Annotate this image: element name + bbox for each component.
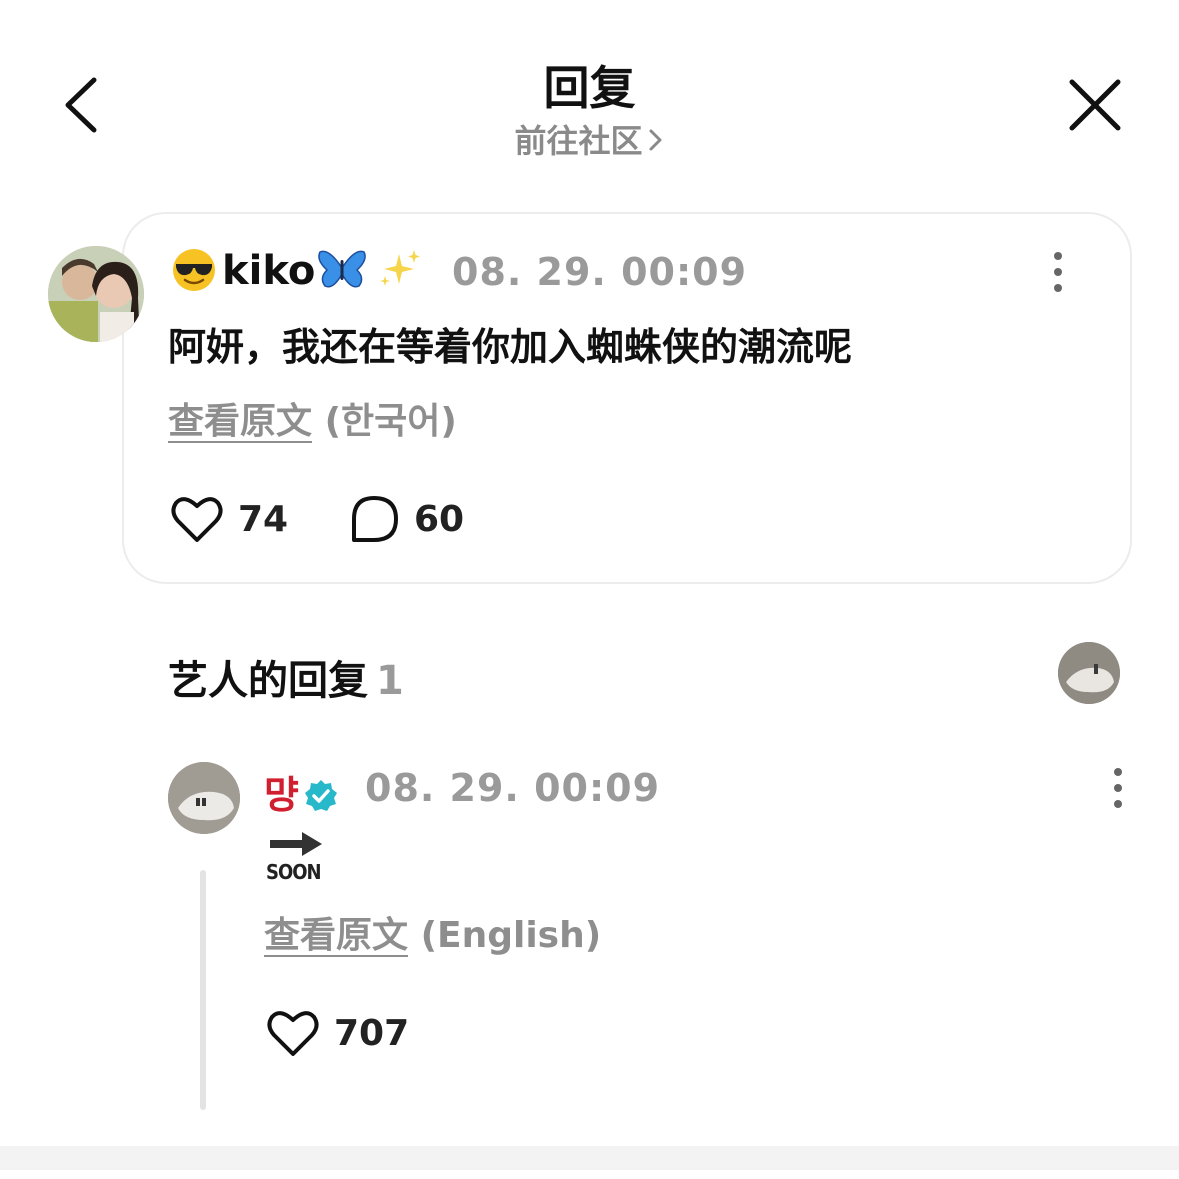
go-to-community-label: 前往社区 [514, 122, 643, 160]
artist-replies-title: 艺人的回复 [168, 658, 368, 704]
sparkles-icon [377, 248, 423, 300]
comment-icon [352, 496, 398, 542]
artist-replies-count: 1 [376, 658, 404, 704]
reply-username[interactable]: 먕 [264, 764, 339, 819]
reply-username-text: 먕 [264, 773, 299, 817]
butterfly-icon [317, 248, 367, 300]
more-icon [1054, 252, 1062, 292]
heart-icon [267, 1011, 319, 1056]
page-title: 回复 [543, 61, 636, 115]
soon-arrow-icon [270, 832, 322, 856]
close-button[interactable] [1060, 70, 1130, 140]
post-username-text: kiko [222, 248, 316, 294]
post-comment-button[interactable]: 60 [348, 492, 464, 546]
close-icon [1069, 79, 1121, 131]
reply-timestamp: 08. 29. 00:09 [365, 766, 661, 810]
verified-icon [303, 778, 339, 814]
view-original-link[interactable]: 查看原文 [168, 401, 312, 442]
reply-translation: 查看原文 (English) [264, 906, 601, 958]
post-body: 阿妍，我还在等着你加入蜘蛛侠的潮流呢 [168, 325, 853, 369]
post-timestamp: 08. 29. 00:09 [452, 250, 748, 294]
post-more-button[interactable] [1040, 250, 1076, 294]
reply-like-button[interactable]: 707 [266, 1006, 409, 1060]
heart-icon [171, 497, 223, 542]
original-language: (한국어) [324, 401, 457, 442]
artist-avatar-small[interactable] [1058, 642, 1120, 704]
bottom-divider [0, 1146, 1179, 1170]
avatar-image [48, 246, 144, 342]
go-to-community-link[interactable]: 前往社区 [0, 116, 1179, 162]
post-translation: 查看原文 (한국어) [168, 392, 457, 444]
reply-avatar[interactable] [168, 762, 240, 834]
view-original-link[interactable]: 查看原文 [264, 915, 408, 956]
soon-emoji: SOON [266, 830, 326, 884]
post-like-button[interactable]: 74 [170, 492, 288, 546]
more-icon [1114, 768, 1122, 808]
original-language: (English) [420, 915, 602, 956]
soon-label: SOON [266, 860, 322, 884]
post-like-count: 74 [238, 498, 289, 540]
artist-replies-heading: 艺人的回复 1 [168, 648, 404, 706]
thread-line [200, 870, 206, 1110]
post-comment-count: 60 [414, 498, 465, 540]
chevron-right-icon [647, 124, 665, 162]
sunglasses-face-icon [172, 248, 216, 292]
avatar-image [168, 762, 240, 834]
reply-like-count: 707 [334, 1012, 410, 1054]
post-username[interactable]: kiko [172, 248, 423, 300]
reply-more-button[interactable] [1100, 766, 1136, 810]
avatar[interactable] [48, 246, 144, 342]
avatar-image [1058, 642, 1120, 704]
